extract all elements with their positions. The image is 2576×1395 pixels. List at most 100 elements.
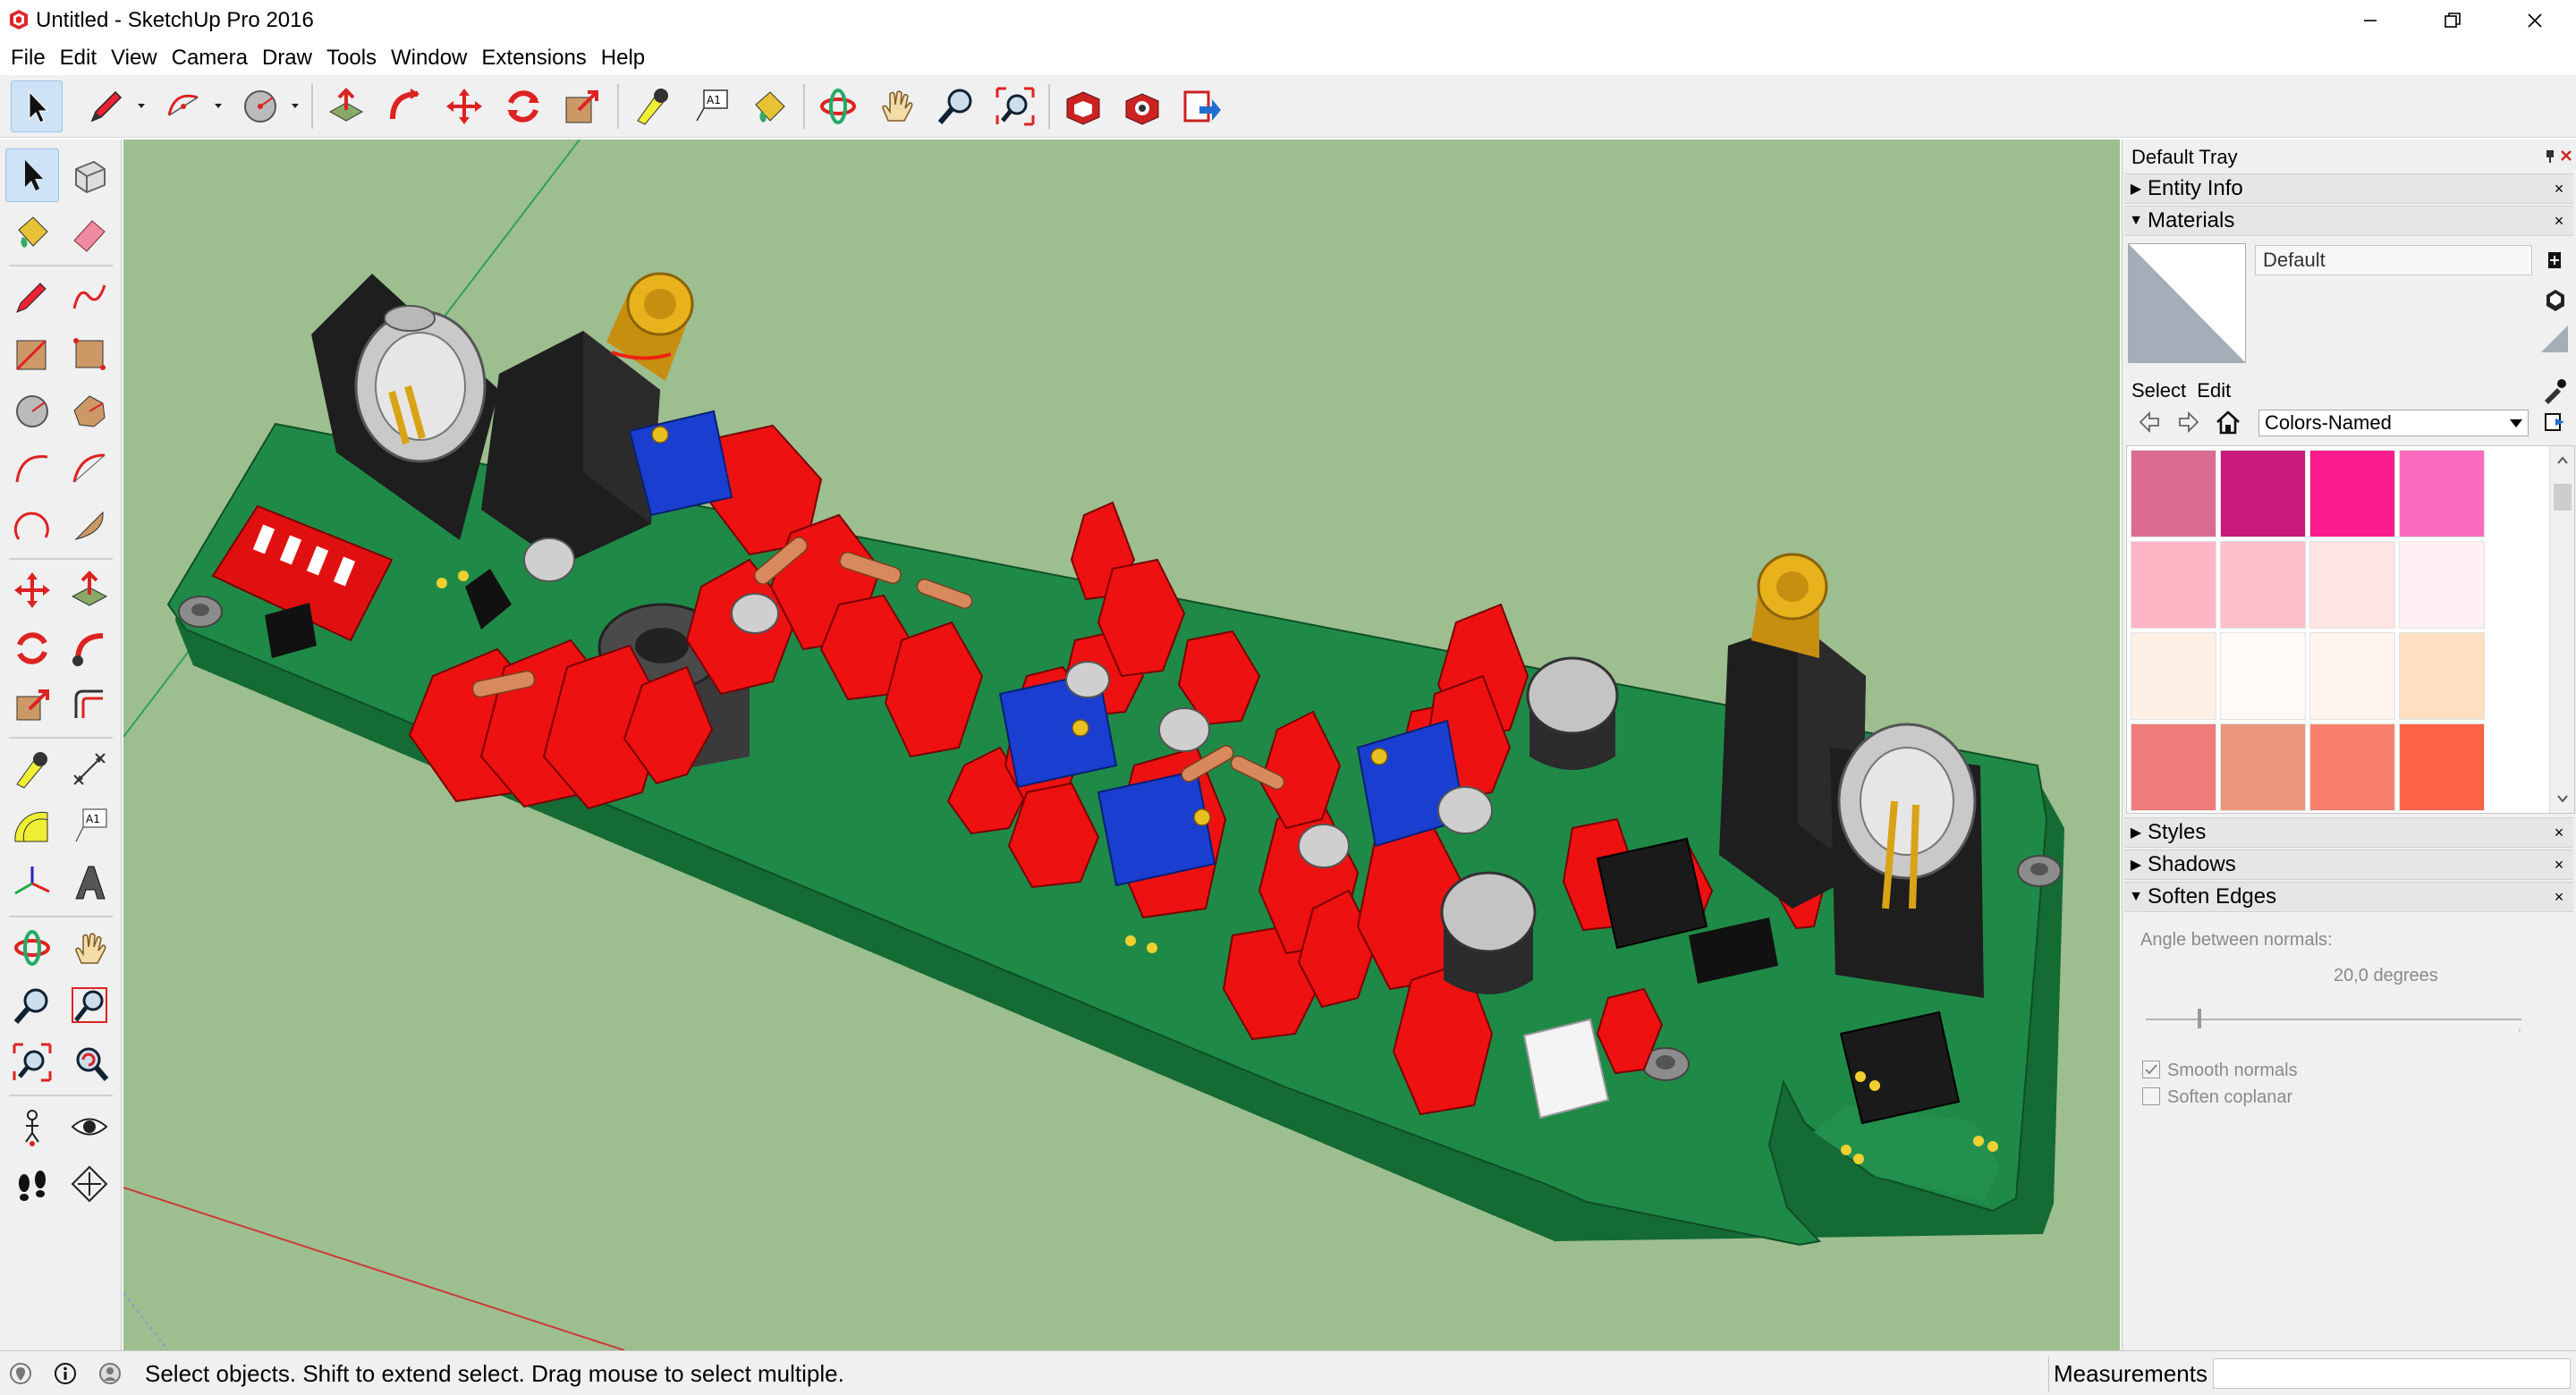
soften-coplanar-checkbox[interactable] [2142, 1087, 2160, 1105]
close-icon[interactable]: × [2550, 212, 2568, 230]
protractor-tool-button[interactable] [5, 799, 59, 853]
walk-tool-button[interactable] [5, 1157, 59, 1211]
material-swatch[interactable] [2131, 450, 2216, 537]
rectangle-tool-button[interactable] [5, 327, 59, 381]
paint-bucket-tool-button[interactable] [744, 80, 796, 132]
move-tool-button[interactable] [438, 80, 490, 132]
eyedropper-button[interactable] [2539, 376, 2570, 406]
menu-help[interactable]: Help [594, 42, 652, 74]
zoom-extents-tool-button[interactable] [989, 80, 1041, 132]
2-point-arc-tool-button[interactable] [63, 442, 116, 495]
angle-slider[interactable] [2146, 1005, 2521, 1032]
scale-tool-button[interactable] [5, 678, 59, 731]
arc-tool-button[interactable] [5, 442, 59, 495]
material-swatch[interactable] [2309, 723, 2395, 811]
arc-tool-button[interactable] [157, 80, 209, 132]
rotate-tool-button[interactable] [5, 621, 59, 674]
pan-tool-button[interactable] [63, 921, 116, 975]
text-tool-button[interactable]: A1 [63, 799, 116, 853]
home-button[interactable] [2214, 408, 2242, 436]
material-swatch[interactable] [2131, 541, 2216, 629]
text-tool-button[interactable]: A1 [685, 80, 737, 132]
info-button[interactable] [52, 1360, 79, 1387]
circle-tool-button[interactable] [5, 385, 59, 438]
panel-shadows[interactable]: ▶ Shadows × [2124, 850, 2573, 880]
select-tool-button[interactable] [11, 80, 63, 132]
create-material-button[interactable] [2539, 245, 2570, 275]
tape-measure-tool-button[interactable] [5, 742, 59, 796]
material-name-field[interactable]: Default [2255, 245, 2532, 275]
material-library-select[interactable]: Colors-Named [2258, 410, 2529, 436]
extension-warehouse-button[interactable] [1116, 80, 1168, 132]
rotate-tool-button[interactable] [497, 80, 549, 132]
pin-icon[interactable] [2541, 147, 2559, 165]
freehand-tool-button[interactable] [63, 270, 116, 324]
back-button[interactable] [2135, 408, 2164, 436]
material-swatch[interactable] [2399, 450, 2485, 537]
material-swatch[interactable] [2309, 541, 2395, 629]
3d-text-tool-button[interactable] [63, 857, 116, 910]
menu-camera[interactable]: Camera [165, 42, 255, 74]
follow-me-tool-button[interactable] [379, 80, 431, 132]
previous-view-button[interactable] [63, 1036, 116, 1089]
material-swatch[interactable] [2220, 723, 2306, 811]
sample-paint-button[interactable] [2539, 324, 2570, 354]
paint-bucket-tool-button[interactable] [5, 206, 59, 259]
material-swatch[interactable] [2309, 450, 2395, 537]
zoom-window-tool-button[interactable] [63, 978, 116, 1032]
material-swatch[interactable] [2220, 632, 2306, 720]
follow-me-tool-button[interactable] [63, 621, 116, 674]
pan-tool-button[interactable] [871, 80, 923, 132]
panel-entity-info[interactable]: ▶ Entity Info × [2124, 173, 2573, 204]
chevron-down-icon[interactable] [290, 100, 301, 111]
tape-measure-tool-button[interactable] [626, 80, 678, 132]
section-plane-tool-button[interactable] [63, 1157, 116, 1211]
orbit-tool-button[interactable] [812, 80, 864, 132]
material-swatch[interactable] [2131, 632, 2216, 720]
scale-tool-button[interactable] [556, 80, 608, 132]
axes-tool-button[interactable] [5, 857, 59, 910]
move-tool-button[interactable] [5, 563, 59, 617]
chevron-down-icon[interactable] [213, 100, 224, 111]
circle-tool-button[interactable] [234, 80, 286, 132]
orbit-tool-button[interactable] [5, 921, 59, 975]
send-to-layout-button[interactable] [1175, 80, 1227, 132]
push-pull-tool-button[interactable] [320, 80, 372, 132]
look-around-tool-button[interactable] [63, 1100, 116, 1154]
zoom-extents-tool-button[interactable] [5, 1036, 59, 1089]
scrollbar-thumb[interactable] [2554, 484, 2572, 511]
panel-soften-edges[interactable]: ▼ Soften Edges × [2124, 882, 2573, 912]
close-button[interactable] [2494, 0, 2576, 41]
geo-location-button[interactable] [7, 1360, 34, 1387]
chevron-down-icon[interactable] [2555, 791, 2570, 806]
position-camera-tool-button[interactable] [5, 1100, 59, 1154]
3d-warehouse-button[interactable] [1057, 80, 1109, 132]
menu-edit[interactable]: Edit [53, 42, 104, 74]
panel-materials[interactable]: ▼ Materials × [2124, 206, 2573, 236]
material-swatch[interactable] [2399, 632, 2485, 720]
material-swatch[interactable] [2399, 541, 2485, 629]
restore-button[interactable] [2411, 0, 2494, 41]
menu-window[interactable]: Window [384, 42, 474, 74]
material-swatch[interactable] [2220, 450, 2306, 537]
make-component-button[interactable] [63, 148, 116, 202]
offset-tool-button[interactable] [63, 678, 116, 731]
dimension-tool-button[interactable] [63, 742, 116, 796]
material-swatch[interactable] [2131, 723, 2216, 811]
polygon-tool-button[interactable] [63, 385, 116, 438]
eraser-tool-button[interactable] [63, 206, 116, 259]
measurements-input[interactable] [2213, 1358, 2571, 1389]
menu-extensions[interactable]: Extensions [474, 42, 593, 74]
smooth-normals-checkbox[interactable] [2142, 1061, 2160, 1078]
details-button[interactable] [2541, 408, 2570, 436]
line-tool-button[interactable] [5, 270, 59, 324]
chevron-up-icon[interactable] [2555, 453, 2570, 468]
tab-edit[interactable]: Edit [2197, 379, 2231, 402]
close-icon[interactable]: × [2550, 180, 2568, 198]
chevron-down-icon[interactable] [136, 100, 147, 111]
menu-draw[interactable]: Draw [255, 42, 319, 74]
close-icon[interactable]: × [2550, 856, 2568, 874]
pie-tool-button[interactable] [63, 499, 116, 553]
zoom-tool-button[interactable] [930, 80, 982, 132]
line-tool-button[interactable] [80, 80, 132, 132]
